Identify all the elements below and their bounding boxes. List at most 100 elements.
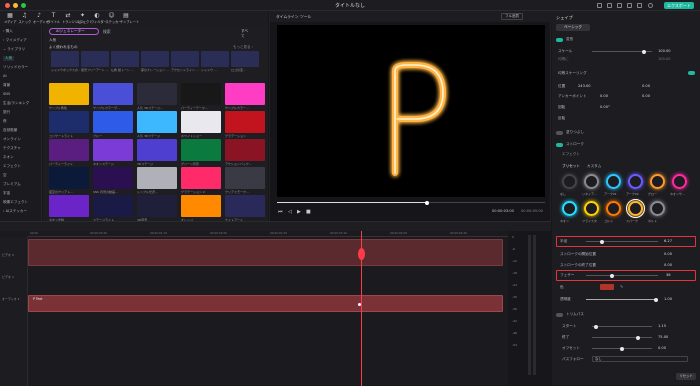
media-thumbnail[interactable]: コンサートライト — [49, 111, 89, 138]
sidebar-item[interactable]: 自然風景 — [3, 128, 17, 133]
sidebar-item[interactable]: SNS — [3, 92, 10, 96]
media-thumbnail[interactable]: サンプルカラー... — [225, 83, 265, 110]
toolbar-stock-button[interactable]: ♫ ストック — [19, 12, 32, 25]
stroke-start-value[interactable]: 0.00 — [664, 252, 672, 256]
media-thumbnail[interactable]: 人気 3Dステージ — [137, 111, 177, 138]
avatar[interactable] — [648, 3, 653, 8]
scale-value[interactable]: 100.00 — [658, 49, 671, 53]
feather-value[interactable]: 36 — [666, 273, 671, 277]
ai-generator-button[interactable]: AIジェネレーター — [49, 28, 99, 35]
stroke-toggle[interactable] — [556, 143, 563, 147]
recent-thumbnail[interactable]: 夢のナレーション ... — [141, 51, 169, 72]
trim-start-slider[interactable] — [592, 324, 652, 329]
stroke-preset[interactable] — [562, 201, 577, 216]
recent-thumbnail[interactable]: 仏教 紙トーン ... — [111, 51, 139, 72]
stroke-preset[interactable] — [628, 174, 643, 189]
toolbar-title-button[interactable]: T タイトル — [48, 12, 61, 25]
width-slider[interactable] — [586, 239, 658, 244]
media-thumbnail[interactable]: 3Dステージ — [137, 139, 177, 166]
stroke-preset[interactable] — [584, 174, 599, 189]
sidebar-item[interactable]: ソリッドカラー — [3, 65, 28, 70]
sidebar-item[interactable]: 映像エフェクト — [3, 200, 28, 205]
width-value[interactable]: 6.27 — [664, 239, 672, 243]
stroke-preset[interactable] — [562, 174, 577, 189]
text-clip[interactable]: P Text — [28, 295, 503, 312]
layout-icon[interactable] — [637, 3, 642, 8]
recent-thumbnail[interactable]: 風景フリーアート ... — [81, 51, 109, 72]
sidebar-item[interactable]: › 購入 — [3, 29, 13, 34]
path-follow-dropdown[interactable]: なし — [592, 356, 688, 362]
timeline-ruler[interactable]: 00:00 00:00:00:20 00:00:01:10 00:00:02:00 00… — [28, 231, 508, 237]
stroke-preset[interactable] — [626, 199, 645, 218]
media-thumbnail[interactable]: 人気 3Dステージ... — [137, 83, 177, 110]
eyedropper-icon[interactable]: ✎ — [620, 284, 623, 289]
position-y[interactable]: 0.00 — [642, 84, 650, 88]
reset-button[interactable]: リセット — [676, 373, 696, 380]
media-thumbnail[interactable]: グラデーション — [225, 111, 265, 138]
playhead[interactable] — [358, 231, 365, 386]
play-icon[interactable]: ▶ — [297, 209, 301, 215]
effect-clip[interactable] — [28, 239, 503, 266]
sidebar-item[interactable]: テクスチャ — [3, 146, 21, 151]
media-thumbnail[interactable]: グリーン背景 — [181, 139, 221, 166]
sidebar-item[interactable]: プレミアム — [3, 182, 21, 187]
fill-toggle[interactable] — [556, 131, 563, 135]
offset-slider[interactable] — [592, 346, 652, 351]
sidebar-item[interactable]: › AIステッカー — [3, 209, 27, 214]
sidebar-item[interactable]: エフェクト — [3, 164, 21, 169]
stroke-preset[interactable] — [650, 174, 665, 189]
stroke-preset[interactable] — [606, 174, 621, 189]
minimize-window-icon[interactable] — [13, 3, 18, 8]
anchor-y[interactable]: 0.00 — [642, 94, 650, 98]
preview-canvas[interactable] — [277, 25, 545, 197]
offset-value[interactable]: 0.00 — [658, 346, 666, 350]
playhead-handle[interactable] — [358, 248, 365, 260]
sidebar-item[interactable]: 背景 — [3, 83, 10, 88]
media-thumbnail[interactable]: ナイトアート — [225, 195, 265, 222]
transform-toggle[interactable] — [556, 38, 563, 42]
sidebar-item[interactable]: AI — [3, 74, 7, 78]
media-thumbnail[interactable]: シンプル光沢... — [137, 167, 177, 194]
sidebar-item[interactable]: 生活/ランキング — [3, 101, 29, 106]
more-link[interactable]: もっと見る › — [233, 45, 253, 50]
media-thumbnail[interactable]: ブルー — [93, 111, 133, 138]
quality-dropdown[interactable]: フル品質 — [501, 13, 523, 20]
scale-slider[interactable] — [592, 49, 652, 54]
settings-icon[interactable] — [597, 3, 602, 8]
toolbar-filter-button[interactable]: ◐ フィルター — [91, 12, 107, 25]
toolbar-audio-button[interactable]: ♪ オーディオ — [33, 12, 49, 25]
sidebar-item[interactable]: 人気 — [3, 56, 15, 61]
tab-preset[interactable]: プリセット — [562, 164, 580, 169]
cloud-icon[interactable] — [607, 3, 612, 8]
recent-thumbnail[interactable]: シャドウボックスの... — [51, 51, 80, 72]
sidebar-item[interactable]: 夜 — [3, 119, 7, 124]
trim-end-value[interactable]: 75.00 — [658, 335, 668, 339]
maximize-window-icon[interactable] — [21, 3, 26, 8]
toolbar-media-button[interactable]: ▦ メディア — [4, 12, 17, 25]
media-thumbnail[interactable]: ネオン光線 — [49, 195, 89, 222]
opacity-value[interactable]: 1.00 — [664, 297, 672, 301]
stroke-end-value[interactable]: 0.00 — [664, 263, 672, 267]
recent-thumbnail[interactable]: ロゴの変... — [231, 51, 259, 72]
sidebar-item[interactable]: › マイメディア — [3, 38, 27, 43]
opacity-slider[interactable] — [586, 297, 658, 302]
media-thumbnail[interactable]: アクションバック... — [225, 139, 265, 166]
feather-slider[interactable] — [586, 273, 658, 278]
toolbar-template-button[interactable]: ▤ テンプレート — [120, 12, 139, 25]
sidebar-item[interactable]: 宇宙 — [3, 191, 10, 196]
toolbar-transition-button[interactable]: ⇄ トランジション — [62, 12, 84, 25]
uniform-scaling-toggle[interactable] — [688, 71, 695, 75]
position-x[interactable]: 243.00 — [578, 84, 591, 88]
anchor-x[interactable]: 0.00 — [600, 94, 608, 98]
recent-thumbnail[interactable]: アクセントライン ... — [171, 51, 199, 72]
help-icon[interactable] — [627, 3, 632, 8]
media-thumbnail[interactable]: 夜空のクリアト... — [49, 167, 89, 194]
stop-icon[interactable]: ■ — [306, 209, 311, 215]
subtab-basic[interactable]: ベーシック — [556, 24, 590, 31]
media-thumbnail[interactable]: パーティーテーマ... — [181, 83, 221, 110]
media-thumbnail[interactable]: ホワイトショー — [181, 111, 221, 138]
sidebar-item[interactable]: ⌄ ライブラリ — [3, 47, 25, 52]
previous-frame-icon[interactable]: ⏮ — [278, 209, 283, 215]
media-thumbnail[interactable]: クリアスモーク... — [225, 167, 265, 194]
stroke-preset[interactable] — [650, 201, 665, 216]
